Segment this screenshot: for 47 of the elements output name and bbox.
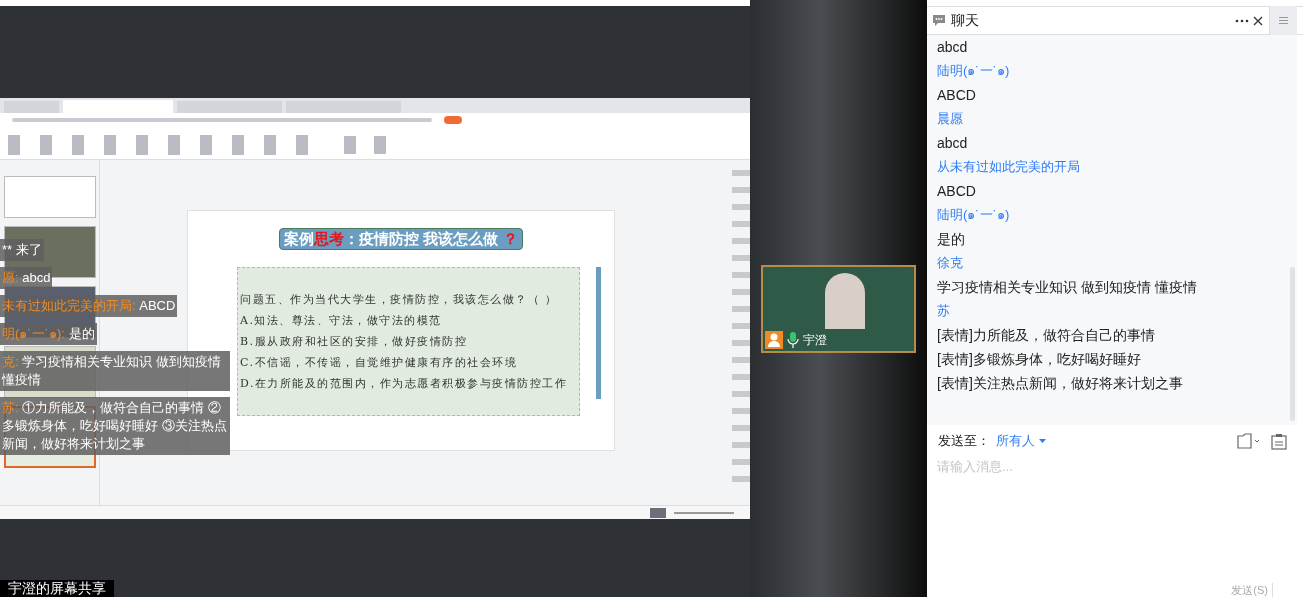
chat-message-toast: 苏: ①力所能及，做符合自己的事情 ②多锻炼身体，吃好喝好睡好 ③关注热点新闻，做好将来计划之事 — [0, 397, 230, 455]
chat-title: 聊天 — [951, 11, 979, 30]
sender-name: 陆明(๑˙一˙๑) — [937, 62, 1011, 80]
folder-icon[interactable] — [1237, 433, 1261, 449]
question-line: A.知法、尊法、守法，做守法的模范 — [240, 312, 443, 329]
chat-message-toast: 愿: abcd — [0, 267, 53, 289]
chat-message-toast: 克: 学习疫情相关专业知识 做到知疫情懂疫情 — [0, 351, 230, 391]
scrollbar-thumb[interactable] — [1290, 267, 1295, 421]
sender-name: 陆明(๑˙一˙๑) — [937, 206, 1011, 224]
sender-name: 徐克 — [937, 254, 964, 272]
active-menu-tab[interactable] — [444, 116, 462, 124]
question-line: B.服从政府和社区的安排，做好疫情防控 — [240, 333, 469, 350]
question-line: 问题五、作为当代大学生，疫情防控，我该怎么做？（ ） — [240, 291, 559, 308]
video-placeholder — [825, 273, 865, 329]
chat-message-toast: ** 来了 — [0, 239, 44, 261]
message-text: [表情]关注热点新闻，做好将来计划之事 — [937, 374, 1184, 393]
sender-name: 苏 — [937, 302, 951, 320]
slide-thumbnail[interactable] — [3, 176, 96, 218]
microphone-icon — [787, 332, 799, 348]
send-button[interactable]: 发送(S) — [1227, 583, 1273, 597]
participant-name: 宇澄 — [803, 332, 827, 349]
close-icon[interactable] — [1253, 15, 1263, 26]
menu-button[interactable] — [1269, 6, 1297, 35]
message-text: abcd — [937, 38, 969, 57]
message-text: 学习疫情相关专业知识 做到知疫情 懂疫情 — [937, 278, 1198, 297]
question-line: C.不信谣，不传谣，自觉维护健康有序的社会环境 — [240, 354, 519, 371]
message-text: [表情]力所能及，做符合自己的事情 — [937, 326, 1156, 345]
sender-name: 晨愿 — [937, 110, 964, 128]
send-to-label: 发送至： — [938, 432, 990, 451]
question-line: D.在力所能及的范围内，作为志愿者积极参与疫情防控工作 — [240, 375, 569, 392]
caret-icon — [1039, 439, 1046, 443]
message-text: 是的 — [937, 230, 966, 249]
recipient-dropdown[interactable]: 所有人 — [996, 431, 1046, 451]
chat-message-toast: 明(๑˙一˙๑): 是的 — [0, 323, 97, 345]
chat-message-toast: 未有过如此完美的开局: ABCD — [0, 295, 178, 317]
message-text: ABCD — [937, 182, 977, 201]
more-icon[interactable] — [1235, 18, 1249, 23]
sender-name: 从未有过如此完美的开局 — [937, 158, 1081, 176]
message-text: abcd — [937, 134, 969, 153]
menu-icon — [1279, 17, 1288, 24]
screen-share-label: 宇澄的屏幕共享 — [0, 580, 114, 597]
notice-icon[interactable] — [1271, 432, 1287, 450]
message-text: ABCD — [937, 86, 977, 105]
person-icon — [765, 331, 783, 349]
chat-bubble-icon — [932, 14, 946, 27]
message-text: [表情]多锻炼身体，吃好喝好睡好 — [937, 350, 1142, 369]
slide-title: 案例思考：疫情防控 我该怎么做 ？ — [279, 228, 523, 250]
